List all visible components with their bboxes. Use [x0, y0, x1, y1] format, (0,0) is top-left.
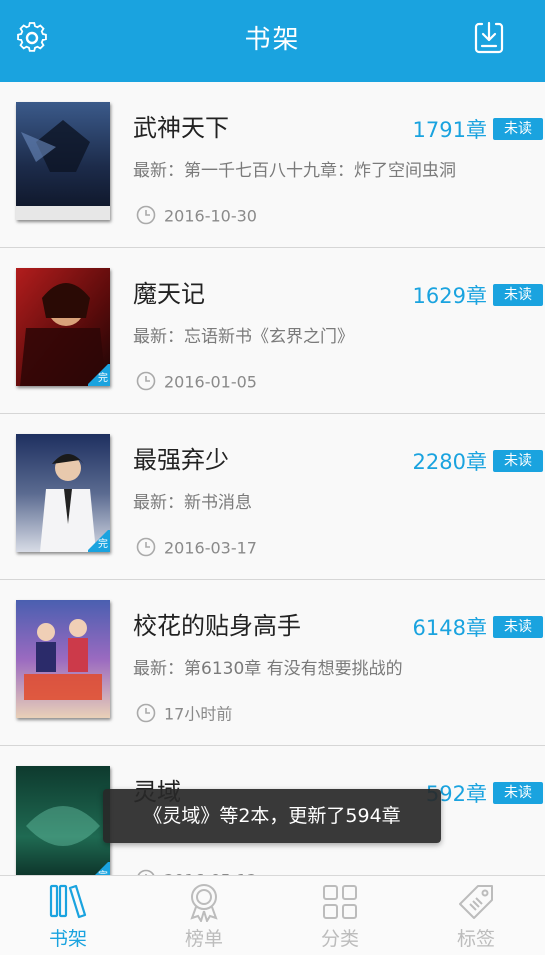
update-time-text: 2016-03-17	[164, 538, 257, 558]
book-item[interactable]: 完 最强弃少 2280章 未读 最新：新书消息 2016-03-17	[0, 414, 545, 580]
book-title: 校花的贴身高手	[133, 612, 301, 640]
tab-label: 分类	[320, 928, 359, 950]
update-toast: 《灵域》等2本，更新了594章	[103, 789, 441, 843]
completed-badge-text: 完	[98, 373, 108, 384]
completed-badge-text: 完	[98, 539, 108, 550]
update-time-text: 17小时前	[164, 704, 233, 724]
clock-icon	[136, 537, 156, 557]
update-time-text: 2016-01-05	[164, 372, 257, 392]
tab-tags[interactable]: 标签	[408, 876, 544, 955]
book-item[interactable]: 武神天下 1791章 未读 最新：第一千七百八十九章：炸了空间虫洞 2016-1…	[0, 82, 545, 248]
book-cover	[16, 102, 110, 220]
clock-icon	[136, 703, 156, 723]
chapter-count: 1629章	[412, 284, 487, 308]
clock-icon	[136, 205, 156, 225]
bottom-tab-bar: 书架 榜单 分类 标签	[0, 875, 545, 955]
app-header: 书架	[0, 0, 545, 82]
update-time: 2016-03-17	[136, 537, 257, 560]
update-time: 2016-10-30	[136, 205, 257, 228]
update-time-text: 2016-10-30	[164, 206, 257, 226]
download-icon	[474, 21, 504, 54]
tab-label: 标签	[456, 928, 495, 950]
update-time: 17小时前	[136, 703, 232, 726]
book-title: 武神天下	[133, 114, 229, 142]
completed-badge: 完	[88, 530, 110, 552]
download-button[interactable]	[471, 20, 511, 60]
tab-ranking[interactable]: 榜单	[136, 876, 272, 955]
unread-badge: 未读	[493, 284, 543, 306]
book-cover: 完	[16, 766, 110, 884]
tag-icon	[459, 885, 493, 919]
update-time: 2016-01-05	[136, 371, 257, 394]
tab-category[interactable]: 分类	[272, 876, 408, 955]
ranking-icon	[190, 884, 218, 922]
book-item[interactable]: 完 魔天记 1629章 未读 最新：忘语新书《玄界之门》 2016-01-05	[0, 248, 545, 414]
unread-badge: 未读	[493, 616, 543, 638]
clock-icon	[136, 371, 156, 391]
bookshelf-list: 武神天下 1791章 未读 最新：第一千七百八十九章：炸了空间虫洞 2016-1…	[0, 82, 545, 912]
category-icon	[323, 885, 357, 919]
unread-badge: 未读	[493, 450, 543, 472]
chapter-count: 2280章	[412, 450, 487, 474]
chapter-count: 6148章	[412, 616, 487, 640]
unread-badge: 未读	[493, 118, 543, 140]
unread-badge: 未读	[493, 782, 543, 804]
latest-chapter: 最新：第一千七百八十九章：炸了空间虫洞	[133, 161, 456, 181]
book-title: 最强弃少	[133, 446, 229, 474]
book-item[interactable]: 校花的贴身高手 6148章 未读 最新：第6130章 有没有想要挑战的 17小时…	[0, 580, 545, 746]
latest-chapter: 最新：新书消息	[133, 493, 252, 513]
bookshelf-icon	[49, 884, 87, 919]
completed-badge: 完	[88, 364, 110, 386]
chapter-count: 1791章	[412, 118, 487, 142]
latest-chapter: 最新：第6130章 有没有想要挑战的	[133, 659, 403, 679]
tab-bookshelf[interactable]: 书架	[0, 876, 136, 955]
book-cover: 完	[16, 268, 110, 386]
book-title: 魔天记	[133, 280, 205, 308]
latest-chapter: 最新：忘语新书《玄界之门》	[133, 327, 354, 347]
page-title: 书架	[244, 25, 301, 55]
tab-label: 榜单	[184, 928, 223, 950]
tab-label: 书架	[48, 928, 87, 950]
book-cover	[16, 600, 110, 718]
book-cover: 完	[16, 434, 110, 552]
